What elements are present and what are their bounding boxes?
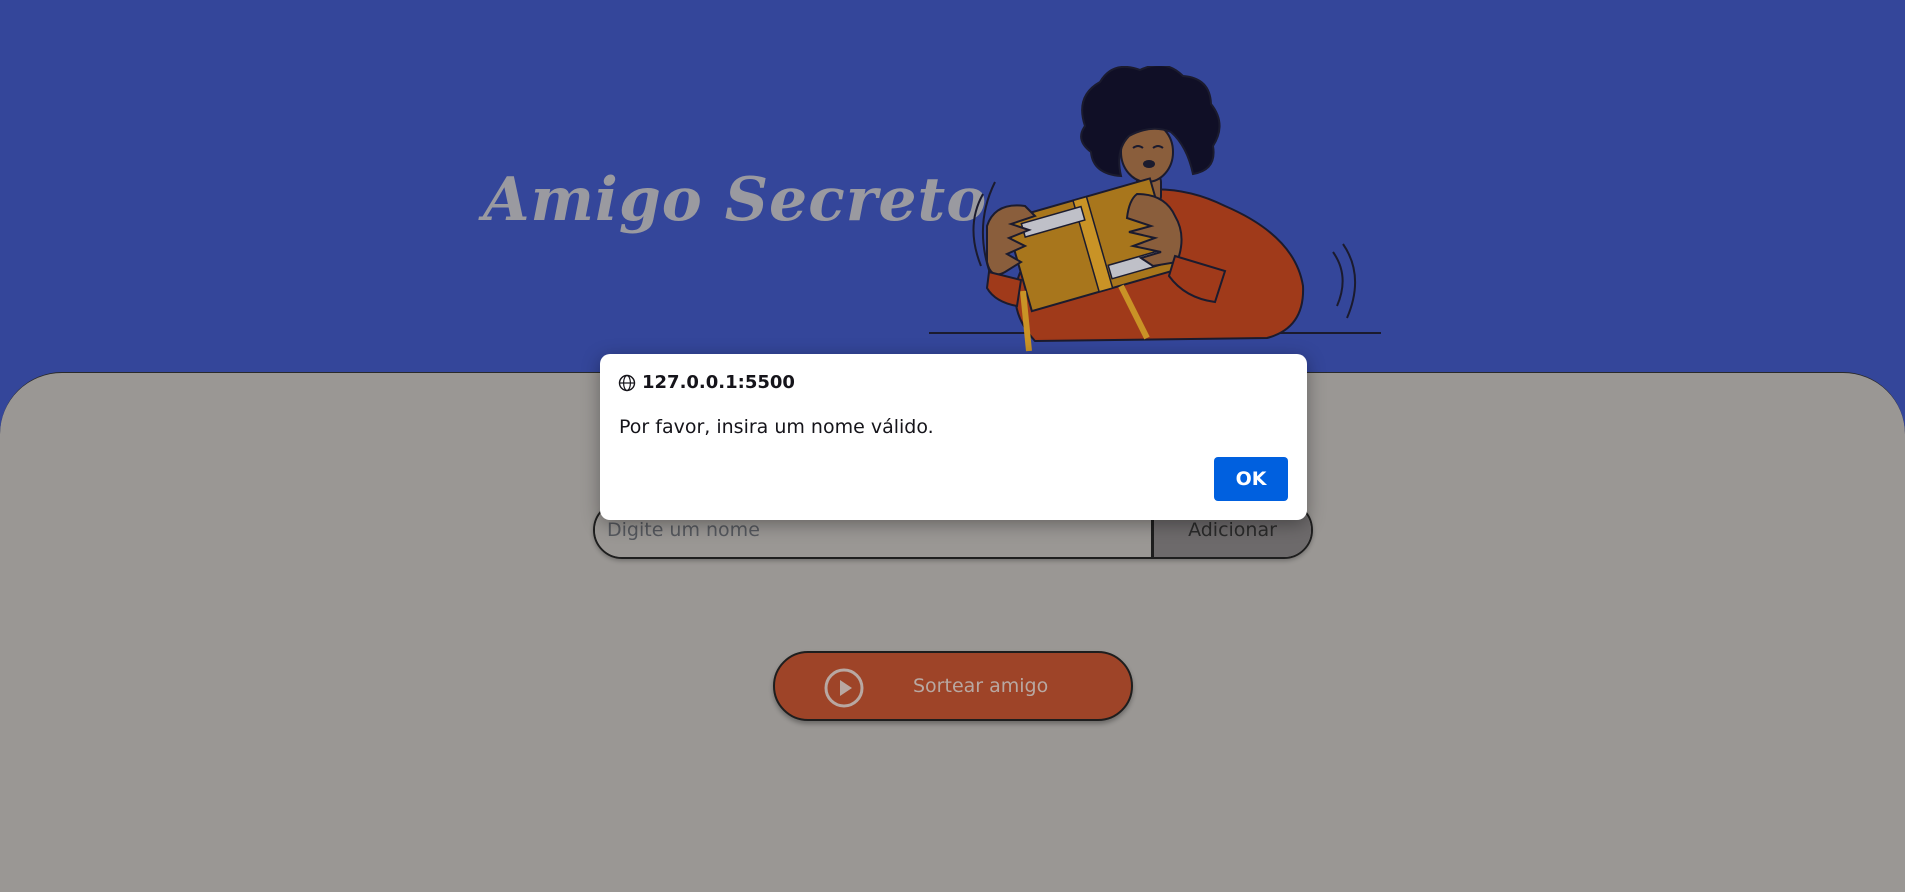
page-title: Amigo Secreto [483, 165, 988, 235]
dialog-message: Por favor, insira um nome válido. [619, 416, 934, 438]
ok-button[interactable]: OK [1214, 457, 1288, 501]
alert-dialog: 127.0.0.1:5500 Por favor, insira um nome… [600, 354, 1307, 520]
globe-icon [618, 374, 636, 391]
dialog-origin: 127.0.0.1:5500 [618, 372, 795, 393]
dialog-origin-text: 127.0.0.1:5500 [642, 372, 795, 393]
draw-friend-label: Sortear amigo [913, 675, 1049, 697]
person-shaking-gift-illustration [929, 66, 1381, 352]
draw-friend-button[interactable]: Sortear amigo [773, 651, 1133, 721]
play-icon [824, 668, 864, 708]
header: Amigo Secreto [0, 0, 1905, 380]
